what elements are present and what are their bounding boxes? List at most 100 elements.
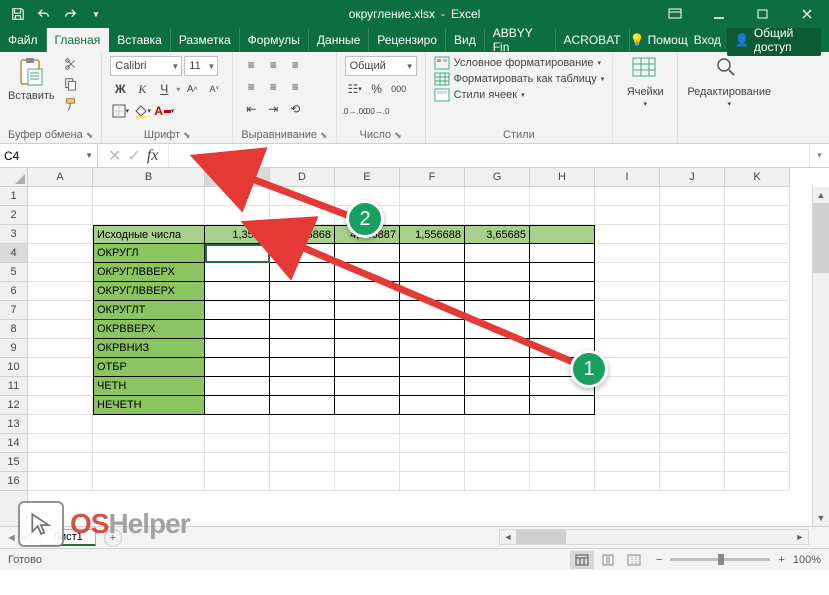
cell-E1[interactable]	[335, 187, 400, 206]
cell-K2[interactable]	[725, 206, 790, 225]
font-color-icon[interactable]: A▾	[154, 102, 174, 120]
cell-A5[interactable]	[28, 263, 93, 282]
cell-H7[interactable]	[530, 301, 595, 320]
cell-I16[interactable]	[595, 472, 660, 491]
cell-G11[interactable]	[465, 377, 530, 396]
cell-C2[interactable]	[205, 206, 270, 225]
cell-J1[interactable]	[660, 187, 725, 206]
col-header-I[interactable]: I	[595, 168, 660, 186]
row-header-2[interactable]: 2	[0, 206, 27, 225]
cell-C10[interactable]	[205, 358, 270, 377]
cell-E2[interactable]	[335, 206, 400, 225]
cell-E8[interactable]	[335, 320, 400, 339]
cell-C16[interactable]	[205, 472, 270, 491]
cell-G13[interactable]	[465, 415, 530, 434]
cell-I7[interactable]	[595, 301, 660, 320]
borders-icon[interactable]: ▾	[110, 102, 130, 120]
cell-J6[interactable]	[660, 282, 725, 301]
tab-formulas[interactable]: Формулы	[240, 28, 309, 52]
copy-icon[interactable]	[61, 76, 81, 92]
cell-E11[interactable]	[335, 377, 400, 396]
align-right-icon[interactable]: ≡	[285, 78, 305, 96]
cell-D14[interactable]	[270, 434, 335, 453]
cell-H8[interactable]	[530, 320, 595, 339]
column-headers[interactable]: ABCDEFGHIJK	[28, 168, 790, 187]
cell-A14[interactable]	[28, 434, 93, 453]
cell-D6[interactable]	[270, 282, 335, 301]
cell-C6[interactable]	[205, 282, 270, 301]
cell-D10[interactable]	[270, 358, 335, 377]
horizontal-scrollbar[interactable]: ◄►	[499, 529, 809, 545]
row-header-6[interactable]: 6	[0, 282, 27, 301]
row-header-7[interactable]: 7	[0, 301, 27, 320]
zoom-in-icon[interactable]: +	[778, 554, 784, 566]
cell-K7[interactable]	[725, 301, 790, 320]
cell-A8[interactable]	[28, 320, 93, 339]
cell-G1[interactable]	[465, 187, 530, 206]
row-header-5[interactable]: 5	[0, 263, 27, 282]
cell-J10[interactable]	[660, 358, 725, 377]
cell-C3[interactable]: 1,3548	[205, 225, 270, 244]
cell-B14[interactable]	[93, 434, 205, 453]
cell-H1[interactable]	[530, 187, 595, 206]
cell-K8[interactable]	[725, 320, 790, 339]
sign-in[interactable]: Вход	[694, 33, 721, 47]
cell-E16[interactable]	[335, 472, 400, 491]
tab-view[interactable]: Вид	[446, 28, 485, 52]
cell-B16[interactable]	[93, 472, 205, 491]
cell-J15[interactable]	[660, 453, 725, 472]
row-header-12[interactable]: 12	[0, 396, 27, 415]
cell-G14[interactable]	[465, 434, 530, 453]
expand-formula-bar-icon[interactable]: ▾	[809, 144, 829, 167]
cell-I2[interactable]	[595, 206, 660, 225]
cell-D12[interactable]	[270, 396, 335, 415]
cell-C1[interactable]	[205, 187, 270, 206]
cell-I15[interactable]	[595, 453, 660, 472]
vertical-scrollbar[interactable]: ▲▼	[812, 187, 829, 526]
cell-K6[interactable]	[725, 282, 790, 301]
cell-G2[interactable]	[465, 206, 530, 225]
cell-I3[interactable]	[595, 225, 660, 244]
cell-K14[interactable]	[725, 434, 790, 453]
row-header-4[interactable]: 4	[0, 244, 27, 263]
cell-B1[interactable]	[93, 187, 205, 206]
cell-H15[interactable]	[530, 453, 595, 472]
currency-icon[interactable]: ☷▾	[345, 80, 365, 98]
fill-color-icon[interactable]: ▾	[132, 102, 152, 120]
cell-A10[interactable]	[28, 358, 93, 377]
bold-button[interactable]: Ж	[110, 80, 130, 98]
tab-file[interactable]: Файл	[0, 28, 47, 52]
editing-button[interactable]: Редактирование ▾	[686, 56, 772, 108]
formula-input[interactable]	[168, 144, 809, 167]
cell-D5[interactable]	[270, 263, 335, 282]
launcher-icon[interactable]: ⬊	[86, 130, 94, 141]
row-header-9[interactable]: 9	[0, 339, 27, 358]
col-header-J[interactable]: J	[660, 168, 725, 186]
cell-H3[interactable]	[530, 225, 595, 244]
cell-H2[interactable]	[530, 206, 595, 225]
cell-F14[interactable]	[400, 434, 465, 453]
cell-C15[interactable]	[205, 453, 270, 472]
cell-H11[interactable]	[530, 377, 595, 396]
fx-icon[interactable]: fx	[147, 147, 159, 165]
decrease-decimal-icon[interactable]: .00→.0	[367, 102, 387, 120]
col-header-E[interactable]: E	[335, 168, 400, 186]
underline-button[interactable]: Ч	[154, 80, 174, 98]
cell-H16[interactable]	[530, 472, 595, 491]
cell-I10[interactable]	[595, 358, 660, 377]
cell-A13[interactable]	[28, 415, 93, 434]
cell-E4[interactable]	[335, 244, 400, 263]
cell-J14[interactable]	[660, 434, 725, 453]
cell-H4[interactable]	[530, 244, 595, 263]
cell-K13[interactable]	[725, 415, 790, 434]
cell-F10[interactable]	[400, 358, 465, 377]
cell-B9[interactable]: ОКРВНИЗ	[93, 339, 205, 358]
page-break-view-icon[interactable]	[622, 551, 646, 569]
cell-F7[interactable]	[400, 301, 465, 320]
cell-C11[interactable]	[205, 377, 270, 396]
cell-I13[interactable]	[595, 415, 660, 434]
cell-C5[interactable]	[205, 263, 270, 282]
col-header-K[interactable]: K	[725, 168, 790, 186]
cell-K15[interactable]	[725, 453, 790, 472]
align-middle-icon[interactable]: ≡	[263, 56, 283, 74]
